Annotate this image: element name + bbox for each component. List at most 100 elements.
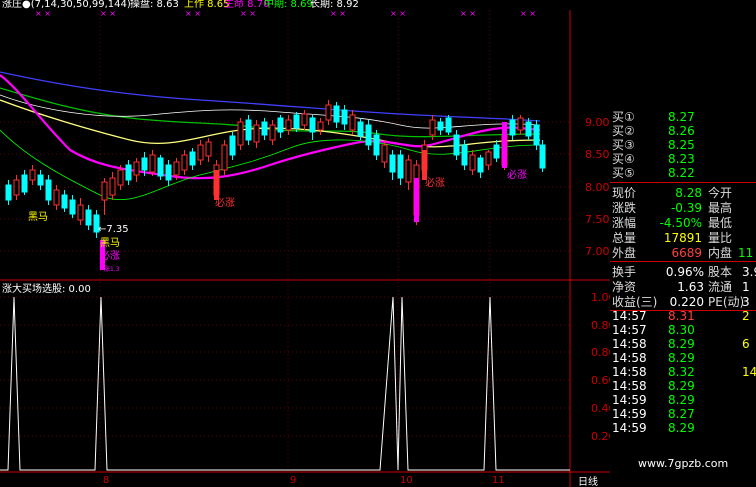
stat-row: 总量 17891 量比	[612, 231, 733, 245]
header-item: 操盘: 8.63	[130, 0, 179, 10]
stats-block: 现价 8.28 今开 涨跌 -0.39 最高 涨幅 -4.50% 最低 总量 17891 量比 外盘 66…	[610, 185, 756, 262]
tick-row[interactable]: 14:59 8.29	[610, 422, 756, 435]
candle-body	[517, 117, 524, 131]
tick-row[interactable]: 14:58 8.29 6	[610, 338, 756, 351]
candle-body	[165, 164, 172, 181]
candle-body	[325, 104, 332, 121]
price-tick: 9.00	[585, 116, 610, 129]
header-item: 中期: 8.69	[264, 0, 313, 10]
candle-body	[437, 121, 444, 131]
candle-body	[333, 105, 340, 123]
candle-body	[309, 117, 316, 133]
period-label[interactable]: 日线	[578, 475, 598, 487]
fundamentals-block: 换手0.96%股本3.9净资1.63流通1收益(三)0.220PE(动)3	[610, 264, 756, 311]
heima-label: 黑马	[28, 211, 48, 223]
candle-body	[539, 144, 546, 169]
price-tick: 8.50	[585, 148, 610, 161]
candle-body	[389, 154, 396, 173]
svg-text:× ×: × ×	[100, 9, 116, 18]
sub-axis-tick: 0.20	[591, 430, 610, 443]
bid-row[interactable]: 买③ 8.25	[610, 139, 756, 152]
candle-body	[301, 113, 308, 126]
candle-body	[61, 194, 68, 209]
stat-row: 现价 8.28 今开	[612, 186, 733, 200]
watermark: www.7gpzb.com	[638, 457, 729, 470]
candle-body	[101, 181, 108, 201]
x-tick: 9	[290, 475, 296, 486]
sub-axis-tick: 0.40	[591, 402, 610, 415]
signal-candle	[422, 150, 427, 180]
bid-row[interactable]: 买① 8.27	[610, 111, 756, 124]
fundamental-row: 换手0.96%股本3.9	[612, 265, 756, 279]
candle-body	[341, 109, 348, 125]
candle-body	[173, 161, 180, 176]
low-price-label: ←7.35	[98, 224, 129, 235]
tiny-label: 涨1.3	[104, 265, 120, 273]
candle-body	[237, 121, 244, 146]
bid-row[interactable]: 买④ 8.23	[610, 153, 756, 166]
x-tick: 11	[492, 475, 505, 486]
candle-body	[317, 121, 324, 131]
bizhang-label: 必涨	[425, 176, 445, 189]
candle-body	[69, 199, 76, 215]
candle-body	[229, 135, 236, 156]
quote-panel: 买① 8.27 买② 8.26 买③ 8.25 买④ 8.23 买⑤ 8.22 现价 8.2…	[610, 110, 756, 487]
candle-body	[125, 164, 132, 181]
bizhang-label: 必涨	[215, 196, 235, 209]
candle-body	[13, 179, 20, 196]
candle-body	[21, 174, 28, 193]
candle-body	[485, 151, 492, 166]
candle-body	[533, 124, 540, 146]
stat-row: 涨幅 -4.50% 最低	[612, 216, 733, 230]
svg-text:× ×: × ×	[460, 9, 476, 18]
tick-row[interactable]: 14:57 8.30	[610, 324, 756, 337]
signal-candle	[414, 178, 419, 222]
x-tick: 8	[103, 475, 109, 486]
tick-list[interactable]: 14:57 8.31 2 14:57 8.30 14:58 8.29 6 14:58 8.29 14…	[610, 310, 756, 440]
candle-body	[205, 141, 212, 157]
svg-text:× ×: × ×	[185, 9, 201, 18]
tick-row[interactable]: 14:57 8.31 2	[610, 310, 756, 323]
svg-text:× ×: × ×	[240, 9, 256, 18]
svg-text:× ×: × ×	[390, 9, 406, 18]
candle-body	[141, 157, 148, 171]
price-tick: 7.50	[585, 213, 610, 226]
candle-body	[253, 124, 260, 143]
candle-body	[29, 169, 36, 181]
candle-body	[37, 174, 44, 186]
tick-row[interactable]: 14:59 8.29	[610, 394, 756, 407]
svg-text:× ×: × ×	[330, 9, 346, 18]
bid-row[interactable]: 买⑤ 8.22	[610, 167, 756, 180]
svg-text:× ×: × ×	[35, 9, 51, 18]
tick-row[interactable]: 14:58 8.29	[610, 380, 756, 393]
sub-panel-title: 涨大买场选股: 0.00	[2, 282, 91, 295]
sub-axis-tick: 0.80	[591, 319, 610, 332]
candle-body	[397, 154, 404, 179]
candle-body	[181, 154, 188, 171]
candle-body	[349, 114, 356, 131]
candle-body	[133, 161, 140, 176]
candle-body	[277, 117, 284, 133]
svg-text:× ×: × ×	[520, 9, 536, 18]
signal-candle	[502, 122, 507, 168]
candle-body	[261, 121, 268, 136]
tick-row[interactable]: 14:58 8.29	[610, 352, 756, 365]
price-tick: 7.00	[585, 245, 610, 258]
candle-body	[189, 151, 196, 166]
kline-chart[interactable]: 涨庄●(7,14,30,50,99,144) 操盘: 8.63 上作 8.65生命…	[0, 0, 610, 487]
candle-body	[509, 119, 516, 136]
candle-body	[221, 144, 228, 171]
tick-row[interactable]: 14:58 8.32 14	[610, 366, 756, 379]
sub-axis-tick: 1.00	[591, 291, 610, 304]
candle-body	[357, 121, 364, 137]
tick-row[interactable]: 14:59 8.27	[610, 408, 756, 421]
candle-body	[157, 157, 164, 177]
candle-body	[109, 177, 116, 196]
candle-body	[5, 184, 12, 201]
bid-block: 买① 8.27 买② 8.26 买③ 8.25 买④ 8.23 买⑤ 8.22	[610, 110, 756, 183]
bid-row[interactable]: 买② 8.26	[610, 125, 756, 138]
candle-body	[453, 134, 460, 156]
candle-body	[77, 204, 84, 221]
candle-body	[285, 119, 292, 131]
x-tick: 10	[400, 475, 413, 486]
